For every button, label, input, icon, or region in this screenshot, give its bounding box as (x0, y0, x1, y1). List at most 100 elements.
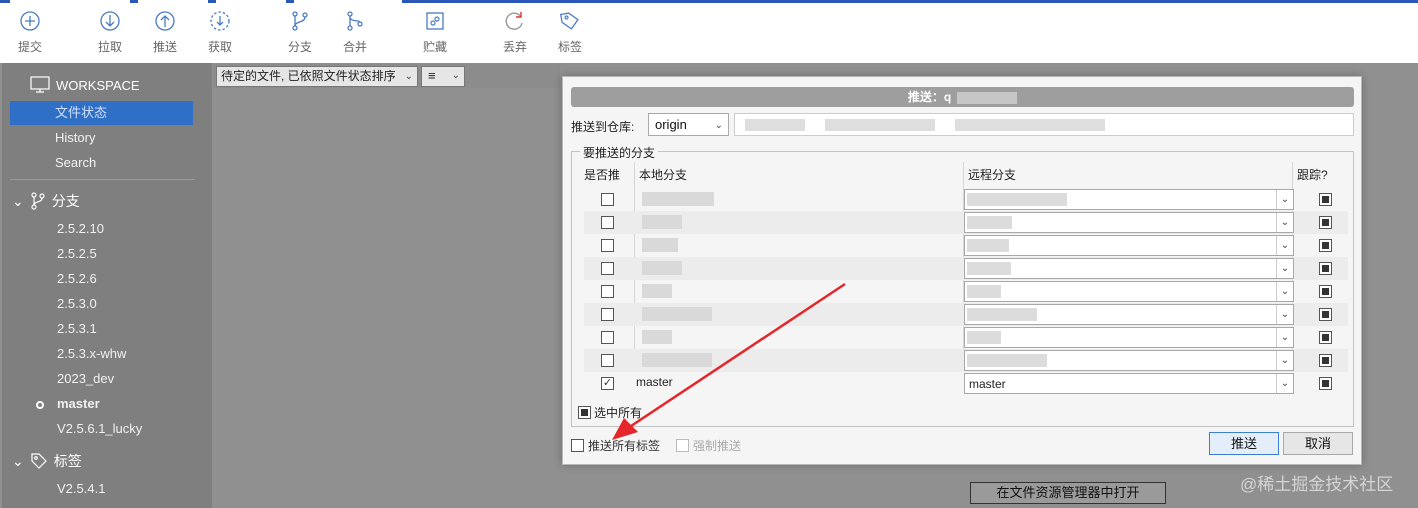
merge-button[interactable]: 合并 (333, 9, 377, 55)
branch-row-master: ✓ master master ⌄ (584, 372, 1348, 395)
tag-button[interactable]: 标签 (548, 9, 592, 55)
push-checkbox[interactable] (601, 331, 614, 344)
redacted-block (642, 238, 678, 252)
track-checkbox[interactable] (1319, 331, 1332, 344)
push-checkbox[interactable] (601, 262, 614, 275)
tag-icon (559, 12, 579, 30)
push-to-repo-label: 推送到仓库: (571, 120, 635, 134)
track-checkbox[interactable] (1319, 262, 1332, 275)
track-checkbox[interactable] (1319, 354, 1332, 367)
track-checkbox[interactable] (1319, 377, 1332, 390)
sidebar-tag[interactable]: V2.5.4.1 (57, 478, 105, 500)
chevron-down-icon: ⌄ (1276, 213, 1293, 232)
push-checkbox[interactable] (601, 308, 614, 321)
redacted-block (825, 119, 935, 131)
sidebar-branch[interactable]: 2023_dev (57, 368, 114, 390)
push-checkbox[interactable] (601, 285, 614, 298)
push-all-tags-checkbox[interactable]: 推送所有标签 (571, 437, 660, 454)
redacted-block (745, 119, 805, 131)
remote-branch-select[interactable]: ⌄ (964, 212, 1294, 233)
push-checkbox[interactable] (601, 239, 614, 252)
branch-icon (292, 11, 308, 31)
sidebar-item-search[interactable]: Search (10, 151, 193, 175)
redacted-block (642, 215, 682, 229)
chevron-down-icon: ⌄ (12, 453, 24, 469)
push-button[interactable]: 推送 (143, 9, 187, 55)
remote-branch-select[interactable]: ⌄ (964, 350, 1294, 371)
workspace-label: WORKSPACE (56, 77, 140, 93)
branch-row: ⌄ (584, 211, 1348, 234)
push-checkbox[interactable] (601, 354, 614, 367)
track-checkbox[interactable] (1319, 216, 1332, 229)
chevron-down-icon: ⌄ (714, 120, 723, 131)
track-checkbox[interactable] (1319, 239, 1332, 252)
discard-icon (505, 12, 523, 30)
chevron-down-icon: ⌄ (1276, 190, 1293, 209)
stash-button[interactable]: 贮藏 (413, 9, 457, 55)
pull-button[interactable]: 拉取 (88, 9, 132, 55)
redacted-block (967, 308, 1037, 321)
track-checkbox[interactable] (1319, 285, 1332, 298)
branch-row: ⌄ (584, 257, 1348, 280)
remote-branch-select[interactable]: ⌄ (964, 235, 1294, 256)
sort-select[interactable]: 待定的文件, 已依照文件状态排序 ⌄ (216, 66, 418, 87)
push-checkbox[interactable] (601, 193, 614, 206)
sort-select-value: 待定的文件, 已依照文件状态排序 (221, 69, 396, 83)
fetch-button[interactable]: 获取 (198, 9, 242, 55)
branches-to-push-group: 要推送的分支 是否推 本地分支 远程分支 跟踪? ⌄ ⌄ ⌄ ⌄ ⌄ ⌄ ⌄ ⌄… (571, 144, 1354, 427)
chevron-down-icon: ⌄ (1276, 374, 1293, 393)
remote-branch-select[interactable]: ⌄ (964, 327, 1294, 348)
push-checkbox-checked[interactable]: ✓ (601, 377, 614, 390)
track-checkbox[interactable] (1319, 308, 1332, 321)
merge-label: 合并 (342, 40, 367, 54)
sidebar-branch[interactable]: V2.5.6.1_lucky (57, 418, 142, 440)
branch-button[interactable]: 分支 (278, 9, 322, 55)
redacted-block (642, 353, 712, 367)
track-checkbox[interactable] (1319, 193, 1332, 206)
remote-branch-value: master (969, 377, 1006, 391)
push-checkbox[interactable] (601, 216, 614, 229)
sidebar-branch[interactable]: 2.5.2.5 (57, 243, 97, 265)
remote-branch-select[interactable]: ⌄ (964, 281, 1294, 302)
sidebar: WORKSPACE 文件状态 History Search ⌄ 分支 2.5.2… (2, 63, 212, 508)
discard-button[interactable]: 丢弃 (493, 9, 537, 55)
repo-select[interactable]: origin ⌄ (648, 113, 729, 136)
remote-branch-select[interactable]: ⌄ (964, 258, 1294, 279)
chevron-down-icon: ⌄ (451, 70, 460, 81)
file-filter-bar: 待定的文件, 已依照文件状态排序 ⌄ ≡ ⌄ (213, 64, 560, 88)
force-push-checkbox[interactable]: 强制推送 (676, 437, 741, 454)
commit-button[interactable]: 提交 (8, 9, 52, 55)
branches-label: 分支 (51, 193, 80, 209)
remote-branch-select[interactable]: ⌄ (964, 304, 1294, 325)
view-menu-button[interactable]: ≡ ⌄ (421, 66, 465, 87)
dialog-title: 推送：q (907, 90, 952, 104)
sidebar-item-file-status[interactable]: 文件状态 (10, 101, 193, 125)
checkbox-icon (676, 439, 689, 452)
remote-branch-select[interactable]: ⌄ (964, 189, 1294, 210)
repo-url-field[interactable] (734, 113, 1354, 136)
tags-group-header[interactable]: ⌄ 标签 (12, 450, 82, 472)
redacted-block (642, 261, 682, 275)
arrow-down-circle-icon (100, 11, 120, 31)
open-in-explorer-button[interactable]: 在文件资源管理器中打开 (970, 482, 1166, 504)
sidebar-branch[interactable]: 2.5.2.6 (57, 268, 97, 290)
redacted-block (642, 192, 714, 206)
push-all-tags-label: 推送所有标签 (588, 439, 661, 453)
redacted-block (967, 354, 1047, 367)
sidebar-branch[interactable]: 2.5.3.1 (57, 318, 97, 340)
sidebar-branch-current[interactable]: master (57, 393, 100, 415)
remote-branch-select[interactable]: master ⌄ (964, 373, 1294, 394)
cancel-button[interactable]: 取消 (1283, 432, 1353, 455)
select-all-checkbox[interactable]: 选中所有 (578, 404, 642, 421)
col-header-push: 是否推 (584, 168, 621, 182)
chevron-down-icon: ⌄ (1276, 305, 1293, 324)
dialog-title-bar: 推送：q (571, 87, 1354, 107)
checkbox-indeterminate-icon (578, 406, 591, 419)
sidebar-item-history[interactable]: History (10, 126, 193, 150)
branches-group-header[interactable]: ⌄ 分支 (12, 190, 80, 212)
chevron-down-icon: ⌄ (1276, 282, 1293, 301)
push-confirm-button[interactable]: 推送 (1209, 432, 1279, 455)
sidebar-branch[interactable]: 2.5.3.x-whw (57, 343, 126, 365)
sidebar-branch[interactable]: 2.5.2.10 (57, 218, 104, 240)
sidebar-branch[interactable]: 2.5.3.0 (57, 293, 97, 315)
